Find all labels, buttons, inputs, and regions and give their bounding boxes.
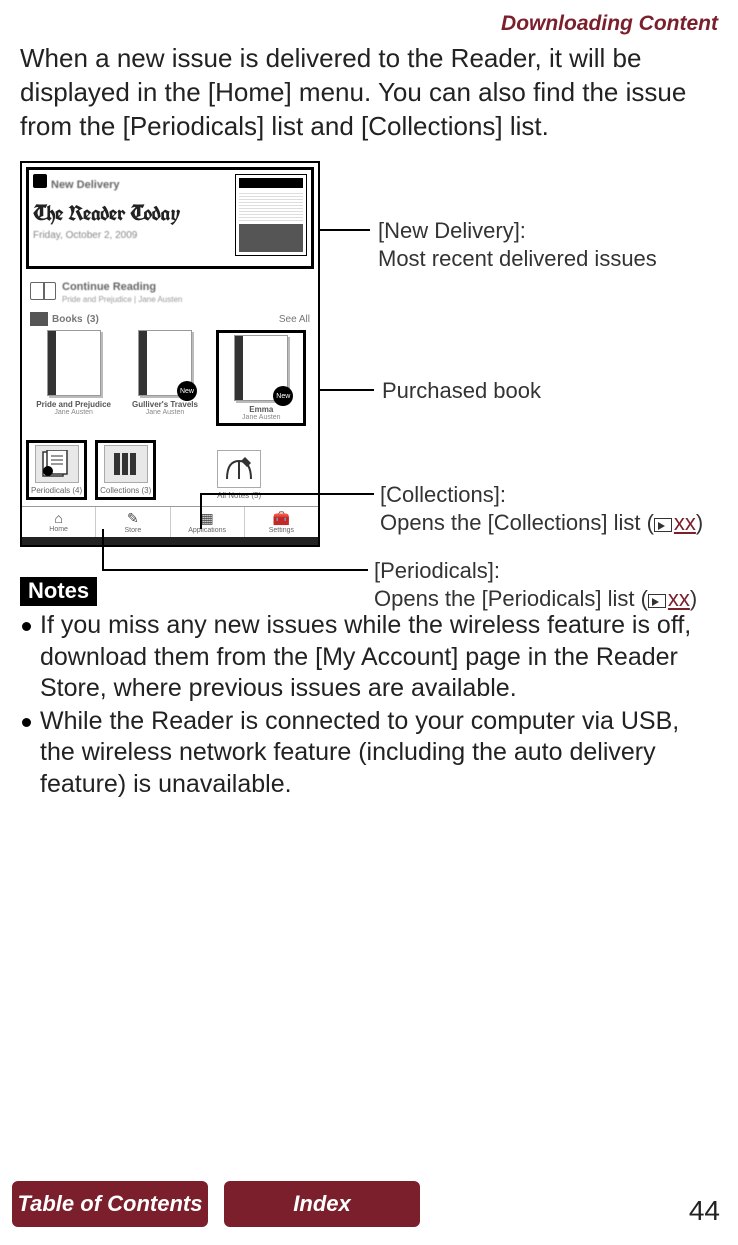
note-item: While the Reader is connected to your co… bbox=[20, 706, 718, 800]
leader-line bbox=[200, 493, 374, 495]
store-icon: ✎ bbox=[96, 510, 169, 527]
periodicals-highlight: Periodicals (4) bbox=[26, 440, 87, 500]
collections-icon bbox=[104, 445, 148, 483]
device-screenshot: New Delivery The Reader Today Friday, Oc… bbox=[20, 161, 320, 547]
callout-title: [Collections]: bbox=[380, 481, 703, 509]
device-toolbar: ⌂Home ✎Store ▦Applications 🧰Settings bbox=[22, 506, 318, 537]
new-badge-icon: New bbox=[177, 381, 197, 401]
notes-list: If you miss any new issues while the wir… bbox=[20, 610, 718, 800]
callout-title: [Periodicals]: bbox=[374, 557, 697, 585]
device-statusbar bbox=[22, 537, 318, 545]
bottom-shortcuts: Periodicals (4) Collections (3) A bbox=[22, 434, 318, 506]
page-ref-link[interactable]: xx bbox=[668, 586, 690, 611]
note-item: If you miss any new issues while the wir… bbox=[20, 610, 718, 704]
masthead-date: Friday, October 2, 2009 bbox=[33, 230, 229, 241]
notes-badge: Notes bbox=[20, 577, 97, 606]
book-author: Jane Austen bbox=[125, 409, 205, 416]
book-author: Jane Austen bbox=[221, 414, 301, 421]
issue-thumbnail bbox=[235, 174, 307, 256]
callout-sub-post: ) bbox=[696, 510, 703, 535]
book-item: New Gulliver's Travels Jane Austen bbox=[125, 330, 205, 426]
callout-collections: [Collections]: Opens the [Collections] l… bbox=[380, 481, 703, 536]
section-header: Downloading Content bbox=[20, 12, 718, 36]
new-badge-icon: New bbox=[273, 386, 293, 406]
leader-line bbox=[102, 529, 104, 569]
callout-sub: Most recent delivered issues bbox=[378, 246, 657, 271]
leader-line bbox=[320, 229, 370, 231]
books-count: (3) bbox=[87, 314, 99, 325]
see-all-link: See All bbox=[279, 314, 310, 325]
book-title: Gulliver's Travels bbox=[125, 400, 205, 409]
applications-icon: ▦ bbox=[171, 510, 244, 527]
home-icon: ⌂ bbox=[22, 510, 95, 526]
all-notes-icon bbox=[217, 450, 261, 488]
toc-button[interactable]: Table of Contents bbox=[12, 1181, 208, 1227]
toolbar-label: Settings bbox=[245, 527, 318, 534]
toolbar-label: Applications bbox=[171, 527, 244, 534]
continue-reading-label: Continue Reading bbox=[62, 281, 156, 293]
purchased-book-highlight: New Emma Jane Austen bbox=[216, 330, 306, 426]
intro-paragraph: When a new issue is delivered to the Rea… bbox=[20, 42, 718, 143]
new-delivery-icon bbox=[33, 174, 47, 188]
collections-label: Collections (3) bbox=[100, 486, 151, 495]
page-footer: Table of Contents Index 44 bbox=[0, 1181, 738, 1227]
callout-sub-pre: Opens the [Periodicals] list ( bbox=[374, 586, 648, 611]
book-author: Jane Austen bbox=[34, 409, 114, 416]
leader-line bbox=[200, 493, 202, 529]
page-number: 44 bbox=[689, 1195, 720, 1227]
callout-purchased-book: Purchased book bbox=[382, 377, 541, 405]
settings-icon: 🧰 bbox=[245, 510, 318, 527]
books-row: Pride and Prejudice Jane Austen New Gull… bbox=[22, 330, 318, 434]
books-header: Books (3) See All bbox=[22, 312, 318, 330]
callout-title: [New Delivery]: bbox=[378, 217, 657, 245]
figure-row: New Delivery The Reader Today Friday, Oc… bbox=[20, 161, 718, 547]
toolbar-label: Store bbox=[96, 527, 169, 534]
book-item: Pride and Prejudice Jane Austen bbox=[34, 330, 114, 426]
continue-reading-sub: Pride and Prejudice | Jane Austen bbox=[62, 295, 182, 304]
page-ref-icon bbox=[654, 518, 672, 532]
index-button[interactable]: Index bbox=[224, 1181, 420, 1227]
books-label: Books bbox=[52, 314, 83, 325]
continue-reading-row: Continue Reading Pride and Prejudice | J… bbox=[22, 273, 318, 312]
page-ref-icon bbox=[648, 594, 666, 608]
new-delivery-label: New Delivery bbox=[51, 179, 119, 191]
callout-sub-pre: Opens the [Collections] list ( bbox=[380, 510, 654, 535]
device-new-delivery-card: New Delivery The Reader Today Friday, Oc… bbox=[26, 167, 314, 269]
callout-sub-post: ) bbox=[690, 586, 697, 611]
masthead-title: The Reader Today bbox=[33, 199, 229, 228]
periodicals-label: Periodicals (4) bbox=[31, 486, 82, 495]
page-ref-link[interactable]: xx bbox=[674, 510, 696, 535]
leader-line bbox=[320, 389, 374, 391]
book-open-icon bbox=[30, 282, 56, 300]
collections-highlight: Collections (3) bbox=[95, 440, 156, 500]
books-icon bbox=[30, 312, 48, 326]
toolbar-label: Home bbox=[22, 526, 95, 533]
book-title: Emma bbox=[221, 405, 301, 414]
callout-periodicals: [Periodicals]: Opens the [Periodicals] l… bbox=[374, 557, 697, 612]
callout-new-delivery: [New Delivery]: Most recent delivered is… bbox=[378, 217, 657, 272]
leader-line bbox=[102, 569, 368, 571]
book-title: Pride and Prejudice bbox=[34, 400, 114, 409]
periodicals-icon bbox=[35, 445, 79, 483]
